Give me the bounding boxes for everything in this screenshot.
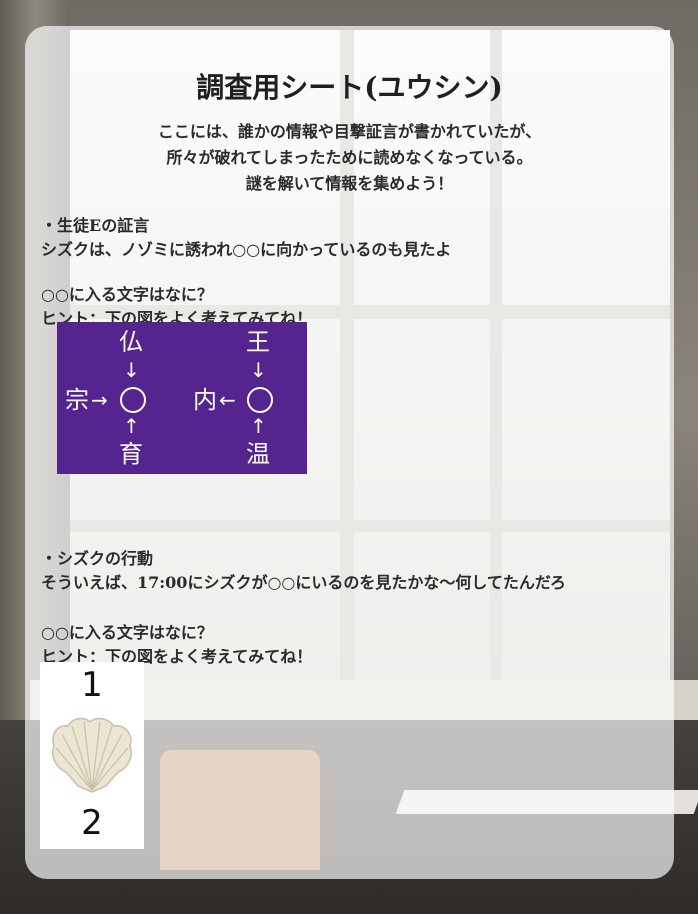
page-title: 調査用シート(ユウシン) xyxy=(196,71,503,104)
puzzle-kanji: 内 xyxy=(193,386,217,414)
testimony-text: そういえば、17:00にシズクが○○にいるのを見たかな〜何してたんだろ xyxy=(41,573,566,592)
intro-line: 所々が破れてしまったために読めなくなっている。 xyxy=(166,148,533,167)
question-text: ○○に入る文字はなに？ xyxy=(41,285,213,304)
testimony-text: シズクは、ノゾミに誘われ○○に向かっているのも見たよ xyxy=(41,240,452,259)
arrow-up-icon: ↑ xyxy=(123,414,140,438)
kanji-puzzle: 仏 ↓ 宗 → ↑ 育 王 ↓ 内 ← ↑ 温 xyxy=(57,322,307,474)
arrow-left-icon: ← xyxy=(219,388,236,412)
intro-line: 謎を解いて情報を集めよう！ xyxy=(245,174,454,193)
section-heading: ・生徒Eの証言 xyxy=(41,216,150,235)
puzzle-number: 2 xyxy=(81,803,103,843)
section-heading: ・シズクの行動 xyxy=(41,549,154,568)
scallop-shell-icon xyxy=(52,717,132,793)
arrow-down-icon: ↓ xyxy=(250,358,267,382)
arrow-right-icon: → xyxy=(91,388,108,412)
puzzle-kanji: 宗 xyxy=(65,386,89,414)
blank-circle xyxy=(120,387,146,413)
puzzle-kanji: 王 xyxy=(246,328,270,356)
puzzle-kanji: 育 xyxy=(119,440,143,468)
puzzle-kanji: 仏 xyxy=(119,328,143,356)
puzzle-number: 1 xyxy=(81,665,103,705)
shell-puzzle: 1 2 xyxy=(40,662,144,849)
blank-circle xyxy=(247,387,273,413)
arrow-down-icon: ↓ xyxy=(123,358,140,382)
question-text: ○○に入る文字はなに？ xyxy=(41,623,213,642)
arrow-up-icon: ↑ xyxy=(250,414,267,438)
intro-line: ここには、誰かの情報や目撃証言が書かれていたが、 xyxy=(157,122,542,141)
puzzle-kanji: 温 xyxy=(246,440,270,468)
